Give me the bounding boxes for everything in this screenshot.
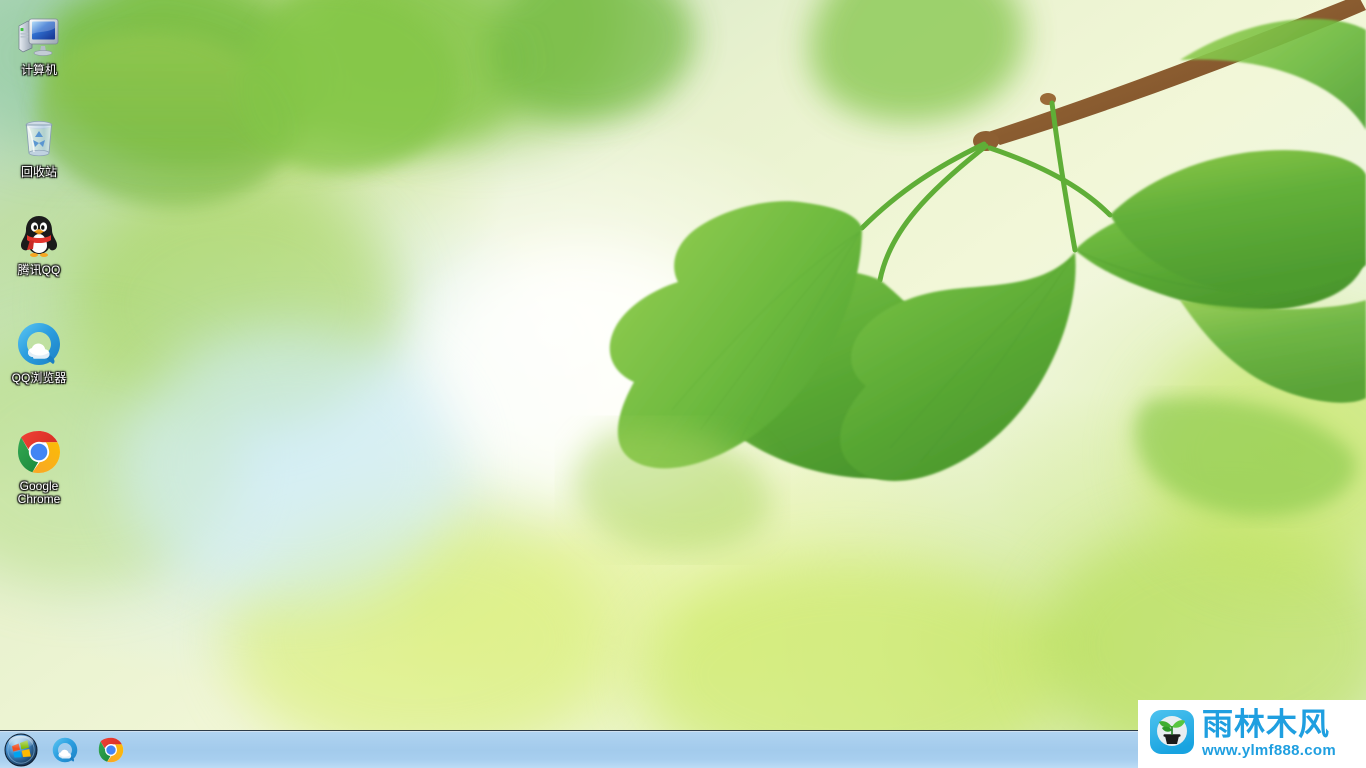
qq-penguin-icon (15, 212, 63, 260)
start-button[interactable] (2, 733, 40, 767)
qq-browser-icon (15, 320, 63, 368)
sprout-logo-icon (1148, 708, 1196, 761)
desktop-icon-google-chrome[interactable]: Google Chrome (0, 422, 78, 506)
qq-browser-icon (51, 736, 79, 764)
desktop-icon-label: 回收站 (20, 165, 57, 179)
desktop-icon-recycle-bin[interactable]: 回收站 (0, 108, 78, 179)
desktop-icon-label: Google Chrome (17, 479, 61, 506)
chrome-icon (15, 428, 63, 476)
recycle-bin-icon (15, 114, 63, 162)
desktop-icon-label: 腾讯QQ (17, 263, 61, 277)
taskbar-button-chrome[interactable] (90, 733, 132, 767)
watermark-url: www.ylmf888.com (1202, 742, 1336, 759)
watermark-text: 雨林木风 www.ylmf888.com (1202, 707, 1336, 759)
computer-icon (15, 12, 63, 60)
desktop-icon-tencent-qq[interactable]: 腾讯QQ (0, 206, 78, 277)
taskbar-button-qq-browser[interactable] (44, 733, 86, 767)
windows-start-orb-icon (4, 733, 38, 766)
desktop-icon-computer[interactable]: 计算机 (0, 6, 78, 77)
watermark-brand: 雨林木风 (1202, 707, 1330, 743)
desktop-icon-label: QQ浏览器 (11, 371, 67, 385)
chrome-icon (97, 736, 125, 764)
watermark-overlay: 雨林木风 www.ylmf888.com (1138, 700, 1366, 768)
ginkgo-leaves-illustration (37, 0, 1366, 553)
desktop-icon-qq-browser[interactable]: QQ浏览器 (0, 314, 78, 385)
desktop[interactable]: 计算机 回收站 腾讯QQ QQ浏览器 Google Chrome 雨林木风 ww… (0, 0, 1366, 768)
desktop-icon-label: 计算机 (20, 63, 57, 77)
